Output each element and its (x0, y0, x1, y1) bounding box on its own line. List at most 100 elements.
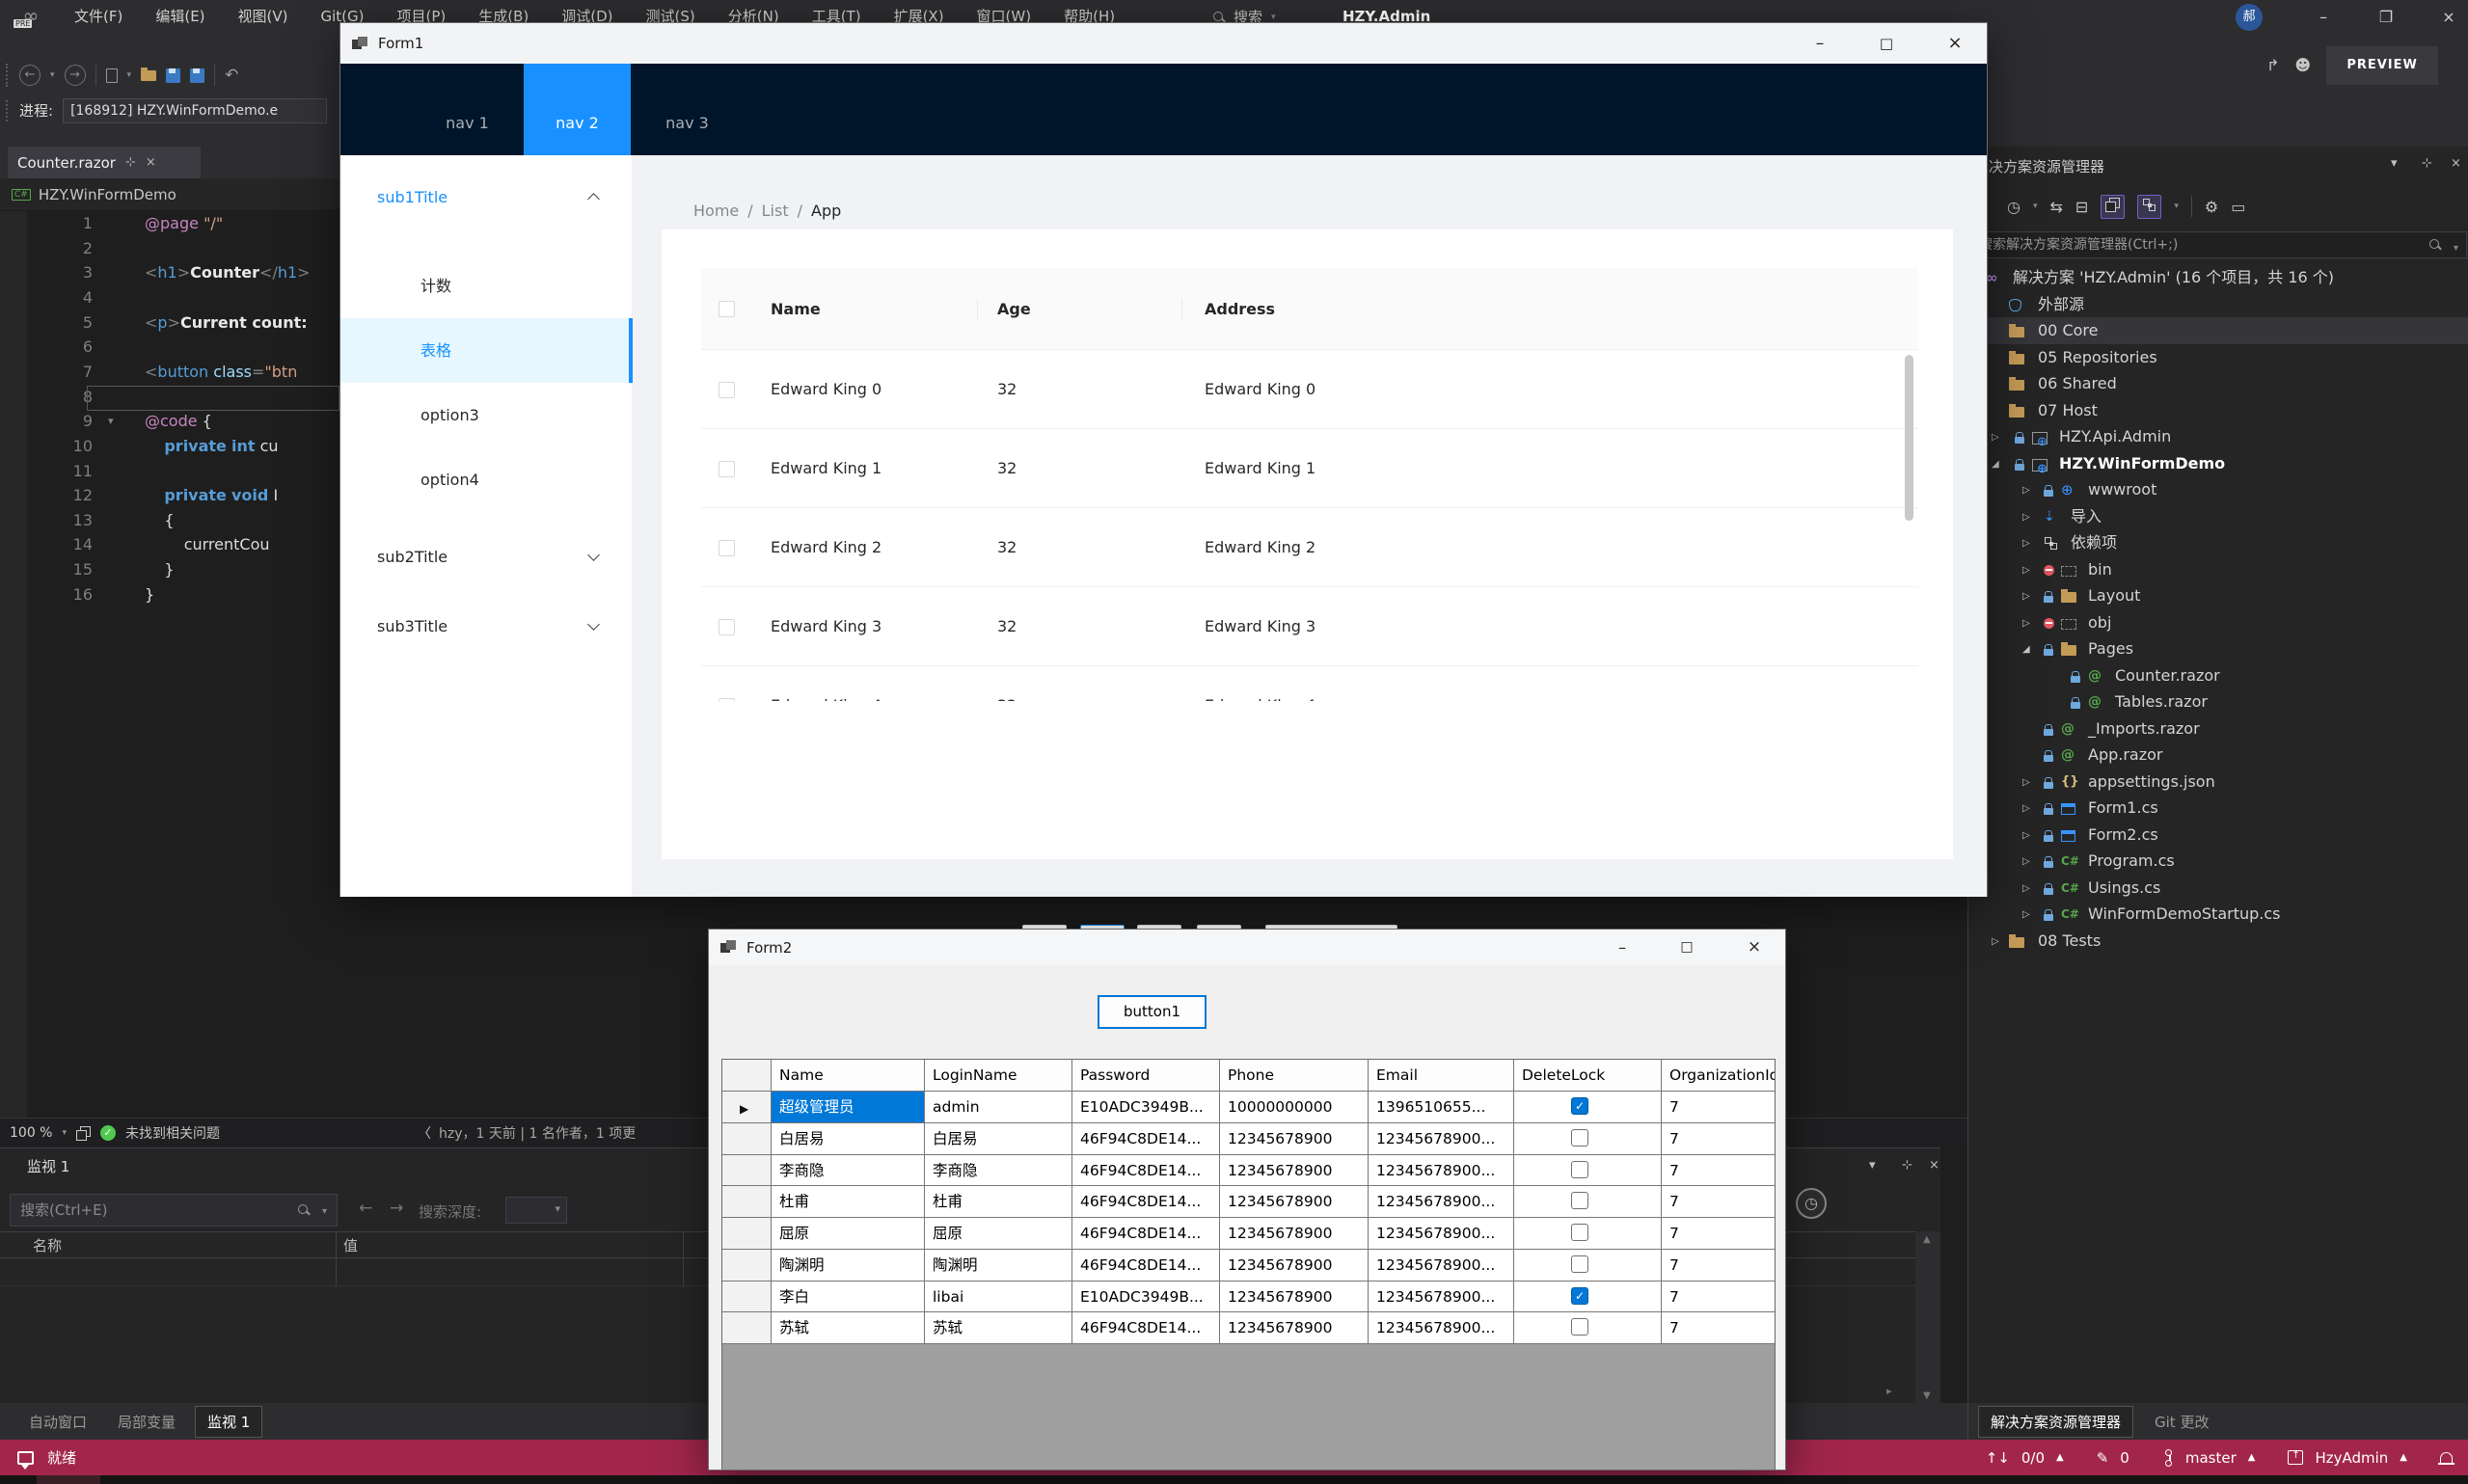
fold-icon[interactable]: ▾ (108, 409, 114, 434)
grid-row-header[interactable] (722, 1123, 772, 1155)
form2-minimize-button[interactable]: – (1600, 930, 1644, 965)
deletelock-checkbox[interactable] (1571, 1129, 1588, 1147)
row-checkbox[interactable] (719, 382, 735, 398)
chevron-down-icon[interactable]: ▾ (50, 70, 55, 80)
caret-up-icon[interactable]: ▲ (2400, 1452, 2407, 1463)
grid-cell-deletelock[interactable]: ✓ (1514, 1092, 1662, 1123)
grid-cell-phone[interactable]: 12345678900 (1220, 1186, 1369, 1218)
collapse-icon[interactable]: ◢ (1992, 451, 1999, 478)
grid-header-deletelock[interactable]: DeleteLock (1514, 1060, 1662, 1092)
chevron-down-icon[interactable]: ▾ (2391, 156, 2398, 171)
breadcrumb-app[interactable]: App (811, 202, 841, 220)
pin-icon[interactable]: ⊹ (1902, 1158, 1912, 1173)
watch-scrollbar[interactable]: ▲▼ (1915, 1231, 1940, 1404)
pending-changes-count[interactable]: 0 (2120, 1449, 2129, 1467)
tree-item-tables-razor[interactable]: @Tables.razor (1968, 688, 2468, 715)
collapse-icon[interactable]: 〈 (418, 1123, 431, 1143)
scroll-up-icon[interactable]: ▲ (1923, 1234, 1931, 1245)
grid-cell-phone[interactable]: 12345678900 (1220, 1312, 1369, 1344)
grid-cell-password[interactable]: 46F94C8DE14... (1072, 1155, 1220, 1187)
grid-cell-email[interactable]: 12345678900... (1369, 1123, 1514, 1155)
grid-cell-email[interactable]: 12345678900... (1369, 1186, 1514, 1218)
pencil-icon[interactable]: ✎ (2097, 1449, 2109, 1467)
deletelock-checkbox[interactable]: ✓ (1571, 1097, 1588, 1115)
navigate-back-icon[interactable]: ← (19, 65, 41, 86)
expand-icon[interactable]: ▷ (2022, 902, 2030, 929)
expand-icon[interactable]: ▷ (2022, 823, 2030, 850)
search-depth-dropdown[interactable] (505, 1197, 567, 1224)
menu-edit[interactable]: 编辑(E) (139, 0, 221, 34)
repo-icon[interactable] (2288, 1450, 2303, 1465)
grid-cell-organizationid[interactable]: 7 (1662, 1218, 1776, 1250)
grid-row-header[interactable]: ▶ (722, 1092, 772, 1123)
grid-cell-phone[interactable]: 12345678900 (1220, 1250, 1369, 1282)
table-row[interactable]: Edward King 232Edward King 2 (701, 508, 1918, 587)
watch-search-input[interactable]: 搜索(Ctrl+E)▾ (10, 1194, 338, 1227)
tree-item---[interactable]: ▷⇣导入 (1968, 503, 2468, 530)
form1-close-button[interactable]: × (1933, 23, 1977, 64)
vs-minimize-button[interactable]: – (2303, 0, 2344, 34)
close-icon[interactable]: × (146, 155, 156, 170)
tree-item----[interactable]: ▷依赖项 (1968, 529, 2468, 556)
grid-cell-email[interactable]: 12345678900... (1369, 1155, 1514, 1187)
watch-col-name[interactable]: 名称 (33, 1235, 62, 1255)
feedback-bubble-icon[interactable] (17, 1451, 34, 1465)
grid-header-loginname[interactable]: LoginName (925, 1060, 1072, 1092)
tree-item-form1-cs[interactable]: ▷Form1.cs (1968, 795, 2468, 822)
grid-row-header[interactable] (722, 1218, 772, 1250)
grid-cell-email[interactable]: 12345678900... (1369, 1312, 1514, 1344)
grid-row-header[interactable] (722, 1312, 772, 1344)
pin-icon[interactable]: ⊹ (2422, 156, 2432, 171)
panel-tab-2[interactable]: 监视 1 (195, 1406, 262, 1438)
undo-icon[interactable]: ↶ (225, 66, 238, 85)
close-icon[interactable]: × (2451, 156, 2461, 171)
grid-cell-deletelock[interactable]: ✓ (1514, 1282, 1662, 1313)
grid-cell-organizationid[interactable]: 7 (1662, 1312, 1776, 1344)
properties-wrench-icon[interactable]: ⚙ (2205, 198, 2218, 216)
grid-cell-password[interactable]: 46F94C8DE14... (1072, 1218, 1220, 1250)
grid-cell-login[interactable]: 苏轼 (925, 1312, 1072, 1344)
expand-icon[interactable]: ▷ (1992, 929, 1999, 956)
zoom-level[interactable]: 100 % (10, 1125, 52, 1141)
bell-icon[interactable] (2440, 1452, 2453, 1463)
grid-cell-email[interactable]: 12345678900... (1369, 1218, 1514, 1250)
health-indicator-icon[interactable] (76, 1126, 91, 1141)
tree-item-program-cs[interactable]: ▷C#Program.cs (1968, 848, 2468, 875)
close-icon[interactable]: × (1929, 1158, 1939, 1173)
scroll-down-icon[interactable]: ▼ (1923, 1390, 1931, 1401)
chevron-down-icon[interactable]: ▾ (2033, 202, 2038, 211)
se-tab-1[interactable]: Git 更改 (2143, 1407, 2220, 1437)
git-codelens[interactable]: 〈hzy，1 天前 | 1 名作者，1 项更 (418, 1123, 636, 1143)
grid-cell-phone[interactable]: 12345678900 (1220, 1218, 1369, 1250)
sidebar-item-option3[interactable]: option3 (340, 383, 633, 447)
grid-cell-name[interactable]: 苏轼 (772, 1312, 925, 1344)
watch-col-value[interactable]: 值 (343, 1235, 358, 1255)
expand-icon[interactable]: ▷ (2022, 849, 2030, 876)
grid-cell-login[interactable]: admin (925, 1092, 1072, 1123)
grid-cell-organizationid[interactable]: 7 (1662, 1092, 1776, 1123)
grid-cell-password[interactable]: 46F94C8DE14... (1072, 1312, 1220, 1344)
tree-item----[interactable]: 外部源 (1968, 291, 2468, 318)
grid-cell-phone[interactable]: 12345678900 (1220, 1123, 1369, 1155)
grid-header-password[interactable]: Password (1072, 1060, 1220, 1092)
grid-header-organizationid[interactable]: OrganizationId (1662, 1060, 1776, 1092)
tree-item-bin[interactable]: ▷bin (1968, 556, 2468, 583)
navigate-forward-icon[interactable]: → (65, 65, 86, 86)
switch-views-icon[interactable]: ⇆ (2050, 198, 2063, 216)
deletelock-checkbox[interactable]: ✓ (1571, 1287, 1588, 1305)
deletelock-checkbox[interactable] (1571, 1318, 1588, 1336)
save-all-icon[interactable] (190, 68, 204, 83)
nav-tab-1[interactable]: nav 1 (411, 64, 524, 155)
grid-cell-email[interactable]: 12345678900... (1369, 1282, 1514, 1313)
branch-icon[interactable] (2162, 1449, 2174, 1467)
grid-cell-name[interactable]: 杜甫 (772, 1186, 925, 1218)
panel-tab-1[interactable]: 局部变量 (106, 1407, 187, 1437)
expand-icon[interactable]: ▷ (2022, 477, 2030, 504)
sidebar-group-sub1Title[interactable]: sub1Title (340, 170, 633, 225)
tree-item-------hzy-admin---16-------16---[interactable]: ∞解决方案 'HZY.Admin' (16 个项目，共 16 个) (1968, 264, 2468, 291)
vs-close-button[interactable]: × (2428, 0, 2468, 34)
history-clock-icon[interactable]: ◷ (1796, 1188, 1827, 1219)
grid-cell-login[interactable]: 李商隐 (925, 1155, 1072, 1187)
grid-cell-organizationid[interactable]: 7 (1662, 1282, 1776, 1313)
expand-icon[interactable]: ▷ (2022, 796, 2030, 823)
